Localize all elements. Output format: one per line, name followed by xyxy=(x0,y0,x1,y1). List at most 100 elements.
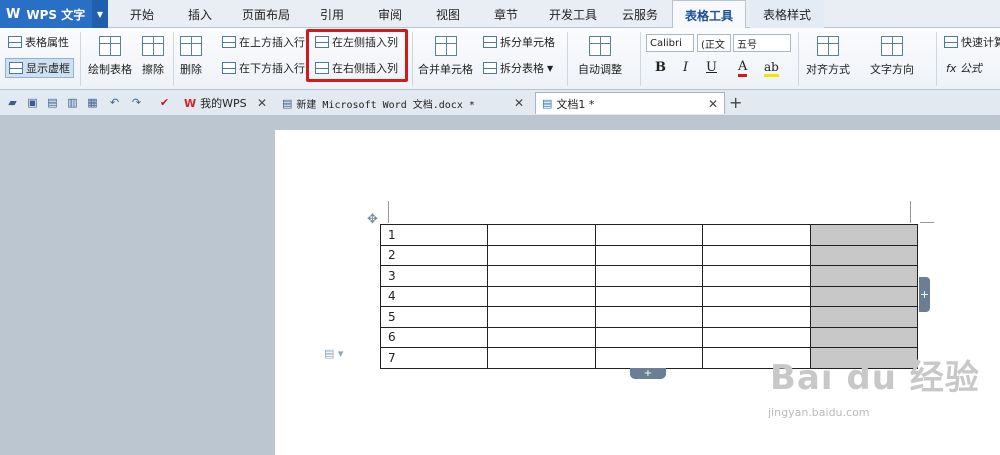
app-title: WPS 文字 xyxy=(26,7,86,22)
font-color-button[interactable]: A xyxy=(738,60,748,77)
show-gridlines-button[interactable]: 显示虚框 xyxy=(5,58,74,78)
table-cell[interactable]: 7 xyxy=(379,347,489,369)
print-icon[interactable]: ▥ xyxy=(66,96,79,109)
add-column-button[interactable]: + xyxy=(919,277,930,312)
pin-icon[interactable]: ✔ xyxy=(158,96,171,109)
watermark-url: jingyan.baidu.com xyxy=(768,406,870,419)
tab-table-tools[interactable]: 表格工具 xyxy=(672,0,746,29)
table-cell[interactable] xyxy=(702,306,811,328)
table-properties-button[interactable]: 表格属性 xyxy=(8,34,69,50)
italic-button[interactable]: I xyxy=(683,60,688,75)
add-row-button[interactable]: + xyxy=(630,368,666,379)
autofit-icon xyxy=(589,36,611,56)
table-cell[interactable] xyxy=(594,224,704,246)
tab-review[interactable]: 审阅 xyxy=(366,0,414,28)
tab-sections[interactable]: 章节 xyxy=(482,0,530,28)
undo-icon[interactable]: ↶ xyxy=(108,96,121,109)
table-cell[interactable]: 1 xyxy=(379,224,489,246)
table-cell[interactable] xyxy=(702,224,811,246)
insert-row-below-button[interactable]: 在下方插入行 xyxy=(222,60,305,76)
table-cell[interactable] xyxy=(702,244,811,266)
chevron-down-icon[interactable]: ▼ xyxy=(92,0,108,28)
tab-developer[interactable]: 开发工具 xyxy=(540,0,606,28)
alignment-button[interactable]: 对齐方式 xyxy=(806,36,850,77)
table-move-handle-icon[interactable]: ✥ xyxy=(367,212,378,227)
watermark-logo: Bai du 经验 xyxy=(770,358,980,398)
tab-insert[interactable]: 插入 xyxy=(176,0,224,28)
doc-tab-document1[interactable]: ▤ 文档1 * ✕ xyxy=(535,92,725,114)
tab-table-styles[interactable]: 表格样式 xyxy=(750,0,824,28)
quick-calc-button[interactable]: 快速计算 xyxy=(944,34,1000,50)
print-preview-icon[interactable]: ▦ xyxy=(86,96,99,109)
export-pdf-icon[interactable]: ▤ xyxy=(46,96,59,109)
table-cell[interactable] xyxy=(594,244,704,266)
table-row: 3 xyxy=(379,265,919,287)
paragraph-menu-icon[interactable]: ▤ ▾ xyxy=(324,347,343,360)
doc-tab-word-docx[interactable]: ▤ 新建 Microsoft Word 文档.docx * ✕ xyxy=(276,92,530,114)
document-icon: ▤ xyxy=(282,96,293,110)
table-cell[interactable] xyxy=(702,265,811,287)
tab-home[interactable]: 开始 xyxy=(118,0,166,28)
table-cell[interactable]: 5 xyxy=(379,306,489,328)
table-cell[interactable] xyxy=(594,285,704,307)
tab-cloud[interactable]: 云服务 xyxy=(614,0,666,28)
close-icon[interactable]: ✕ xyxy=(708,97,718,111)
table-cell[interactable]: 6 xyxy=(379,326,489,348)
split-cells-icon xyxy=(483,36,497,48)
app-menu-button[interactable]: W WPS 文字 ▼ xyxy=(0,0,108,28)
table-cell-selected[interactable] xyxy=(809,224,919,246)
table-cell[interactable] xyxy=(487,285,596,307)
table-cell[interactable] xyxy=(594,326,704,348)
table-cell[interactable] xyxy=(487,306,596,328)
table-cell[interactable] xyxy=(702,285,811,307)
close-icon[interactable]: ✕ xyxy=(514,96,524,110)
table-cell-selected[interactable] xyxy=(809,265,919,287)
redo-icon[interactable]: ↷ xyxy=(130,96,143,109)
table-cell[interactable]: 4 xyxy=(379,285,489,307)
erase-button[interactable]: 擦除 xyxy=(142,36,164,77)
table-cell[interactable]: 2 xyxy=(379,244,489,266)
merge-cells-button[interactable]: 合并单元格 xyxy=(418,36,473,77)
table-cell[interactable] xyxy=(487,244,596,266)
eraser-icon xyxy=(142,36,164,56)
table-cell[interactable] xyxy=(487,265,596,287)
save-icon[interactable]: ▣ xyxy=(26,96,39,109)
new-tab-button[interactable]: + xyxy=(729,93,742,112)
font-style-select[interactable]: (正文 xyxy=(697,34,731,52)
calc-icon xyxy=(944,36,958,48)
text-direction-button[interactable]: 文字方向 xyxy=(870,36,914,77)
wps-logo-icon: W xyxy=(184,96,197,110)
split-table-button[interactable]: 拆分表格 ▼ xyxy=(483,60,553,76)
table-cell[interactable] xyxy=(487,224,596,246)
table-row: 4 xyxy=(379,285,919,307)
split-table-icon xyxy=(483,62,497,74)
tab-view[interactable]: 视图 xyxy=(424,0,472,28)
formula-button[interactable]: fx 公式 xyxy=(946,60,982,76)
close-icon[interactable]: ✕ xyxy=(257,96,267,110)
delete-button[interactable]: 删除 xyxy=(180,36,202,77)
tab-page-layout[interactable]: 页面布局 xyxy=(232,0,300,28)
draw-table-button[interactable]: 绘制表格 xyxy=(88,36,132,77)
font-name-select[interactable]: Calibri xyxy=(646,34,694,52)
autofit-button[interactable]: 自动调整 xyxy=(578,36,622,77)
bold-button[interactable]: B xyxy=(655,60,666,75)
doc-tab-mywps[interactable]: W 我的WPS ✕ xyxy=(178,92,273,114)
open-folder-icon[interactable]: ▰ xyxy=(6,96,19,109)
document-icon: ▤ xyxy=(542,97,553,110)
table-cell-selected[interactable] xyxy=(809,244,919,266)
font-size-select[interactable]: 五号 xyxy=(733,34,791,52)
delete-table-icon xyxy=(180,36,202,56)
table-cell[interactable]: 3 xyxy=(379,265,489,287)
table-cell[interactable] xyxy=(487,326,596,348)
table-cell[interactable] xyxy=(487,347,596,369)
table-cell[interactable] xyxy=(594,265,704,287)
table-cell-selected[interactable] xyxy=(809,306,919,328)
table-cell[interactable] xyxy=(594,347,704,369)
split-cells-button[interactable]: 拆分单元格 xyxy=(483,34,555,50)
highlight-color-icon[interactable]: ab xyxy=(764,60,779,77)
table-cell[interactable] xyxy=(594,306,704,328)
tab-references[interactable]: 引用 xyxy=(308,0,356,28)
insert-row-above-button[interactable]: 在上方插入行 xyxy=(222,34,305,50)
underline-button[interactable]: U xyxy=(706,60,717,75)
table-cell-selected[interactable] xyxy=(809,285,919,307)
